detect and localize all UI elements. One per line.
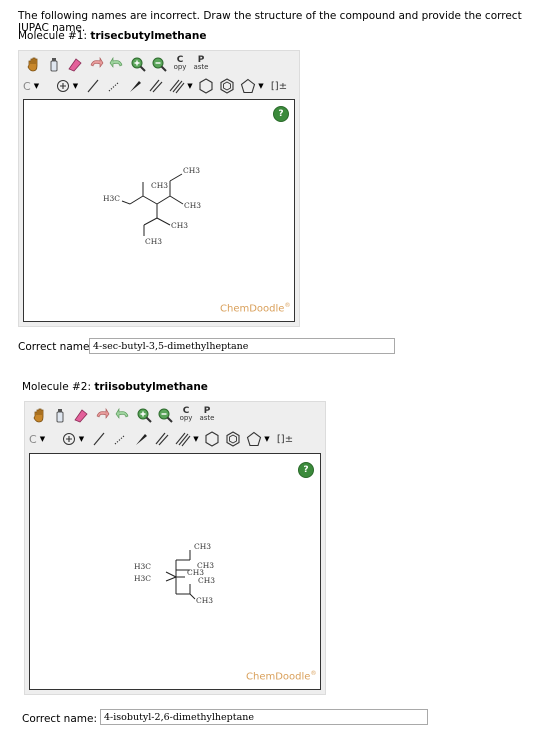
triple-bond-icon (169, 79, 185, 94)
lasso-clear-icon[interactable] (50, 405, 70, 425)
single-bond-icon[interactable] (83, 76, 103, 96)
atom-label: CH3 (151, 181, 168, 190)
sketcher-2-toolbar-top: Copy Paste (29, 404, 218, 426)
sketcher-2-canvas[interactable]: ? CH3 H3C H3C CH3 CH3 CH3 CH3 ChemDoodle… (29, 453, 321, 690)
sketcher-1-toolbar-top: Copy Paste (23, 53, 212, 75)
charge-plus-select[interactable]: ▼ (52, 76, 82, 96)
atom-label: H3C (134, 562, 151, 571)
hand-icon[interactable] (29, 405, 49, 425)
sketcher-1-toolbar-bottom: C ▼ ▼ ▼ ▼ []± (23, 75, 292, 97)
lasso-clear-icon[interactable] (44, 54, 64, 74)
zoom-in-icon[interactable] (128, 54, 148, 74)
cyclopentane-icon (247, 431, 262, 447)
molecule-2-structure: CH3 H3C H3C CH3 CH3 CH3 CH3 (134, 542, 215, 605)
cyclohexane-icon[interactable] (202, 429, 222, 449)
wedge-bond-icon[interactable] (125, 76, 145, 96)
paste-button[interactable]: Paste (197, 405, 217, 425)
triple-bond-select[interactable]: ▼ (173, 429, 201, 449)
plus-charge-icon (62, 433, 75, 445)
element-select[interactable]: C ▼ (23, 76, 51, 96)
molecule-1-name: trisecbutylmethane (90, 30, 207, 42)
cyclopentane-icon (241, 78, 256, 94)
double-bond-icon[interactable] (146, 76, 166, 96)
sketcher-1: Copy Paste C ▼ ▼ ▼ ▼ []± ? CH3 CH3 H3C C… (18, 50, 300, 327)
zoom-out-icon[interactable] (155, 405, 175, 425)
sketcher-2-toolbar-bottom: C ▼ ▼ ▼ ▼ []± (29, 428, 298, 450)
atom-label: H3C (134, 574, 151, 583)
wedge-bond-icon[interactable] (131, 429, 151, 449)
molecule-1-structure: CH3 CH3 H3C CH3 CH3 CH3 (103, 166, 201, 246)
hash-bond-icon[interactable] (104, 76, 124, 96)
eraser-icon[interactable] (65, 54, 85, 74)
double-bond-icon[interactable] (152, 429, 172, 449)
chemdoodle-watermark: ChemDoodle® (220, 302, 291, 315)
bracket-charge-button[interactable]: []± (273, 429, 297, 449)
answer-2-label: Correct name: (22, 713, 97, 725)
answer-2-input[interactable]: 4-isobutyl-2,6-dimethylheptane (100, 709, 428, 725)
sketcher-1-canvas[interactable]: ? CH3 CH3 H3C CH3 CH3 CH3 ChemDoodle® (23, 99, 295, 322)
atom-label: CH3 (196, 596, 213, 605)
atom-label: CH3 (194, 542, 211, 551)
undo-icon[interactable] (92, 405, 112, 425)
atom-label: CH3 (183, 166, 200, 175)
bracket-charge-button[interactable]: []± (267, 76, 291, 96)
chevron-down-icon: ▼ (264, 435, 270, 443)
chemdoodle-watermark: ChemDoodle® (246, 670, 317, 683)
redo-icon[interactable] (107, 54, 127, 74)
triple-bond-select[interactable]: ▼ (167, 76, 195, 96)
copy-button[interactable]: Copy (176, 405, 196, 425)
plus-charge-icon (56, 80, 69, 92)
chevron-down-icon: ▼ (72, 82, 79, 90)
chevron-down-icon: ▼ (39, 435, 46, 443)
benzene-icon[interactable] (223, 429, 243, 449)
copy-button[interactable]: Copy (170, 54, 190, 74)
cyclopentane-select[interactable]: ▼ (238, 76, 266, 96)
molecule-2-title: Molecule #2: triisobutylmethane (22, 381, 208, 393)
atom-label: CH3 (198, 576, 215, 585)
answer-1-input[interactable]: 4-sec-butyl-3,5-dimethylheptane (89, 338, 395, 354)
chevron-down-icon: ▼ (258, 82, 264, 90)
paste-button[interactable]: Paste (191, 54, 211, 74)
triple-bond-icon (175, 432, 191, 447)
element-select[interactable]: C ▼ (29, 429, 57, 449)
benzene-icon[interactable] (217, 76, 237, 96)
hash-bond-icon[interactable] (110, 429, 130, 449)
zoom-out-icon[interactable] (149, 54, 169, 74)
answer-1-label: Correct name: (18, 341, 93, 353)
hand-icon[interactable] (23, 54, 43, 74)
chevron-down-icon: ▼ (78, 435, 85, 443)
charge-plus-select[interactable]: ▼ (58, 429, 88, 449)
sketcher-2: Copy Paste C ▼ ▼ ▼ ▼ []± ? CH3 H3C H3C C… (24, 401, 326, 695)
molecule-1-title: Molecule #1: trisecbutylmethane (18, 30, 207, 42)
chevron-down-icon: ▼ (33, 82, 40, 90)
chevron-down-icon: ▼ (187, 82, 193, 90)
redo-icon[interactable] (113, 405, 133, 425)
atom-label: CH3 (171, 221, 188, 230)
single-bond-icon[interactable] (89, 429, 109, 449)
cyclohexane-icon[interactable] (196, 76, 216, 96)
chevron-down-icon: ▼ (193, 435, 199, 443)
cyclopentane-select[interactable]: ▼ (244, 429, 272, 449)
atom-label: CH3 (184, 201, 201, 210)
eraser-icon[interactable] (71, 405, 91, 425)
atom-label: H3C (103, 194, 120, 203)
molecule-2-name: triisobutylmethane (94, 381, 208, 393)
atom-label: CH3 (145, 237, 162, 246)
zoom-in-icon[interactable] (134, 405, 154, 425)
undo-icon[interactable] (86, 54, 106, 74)
